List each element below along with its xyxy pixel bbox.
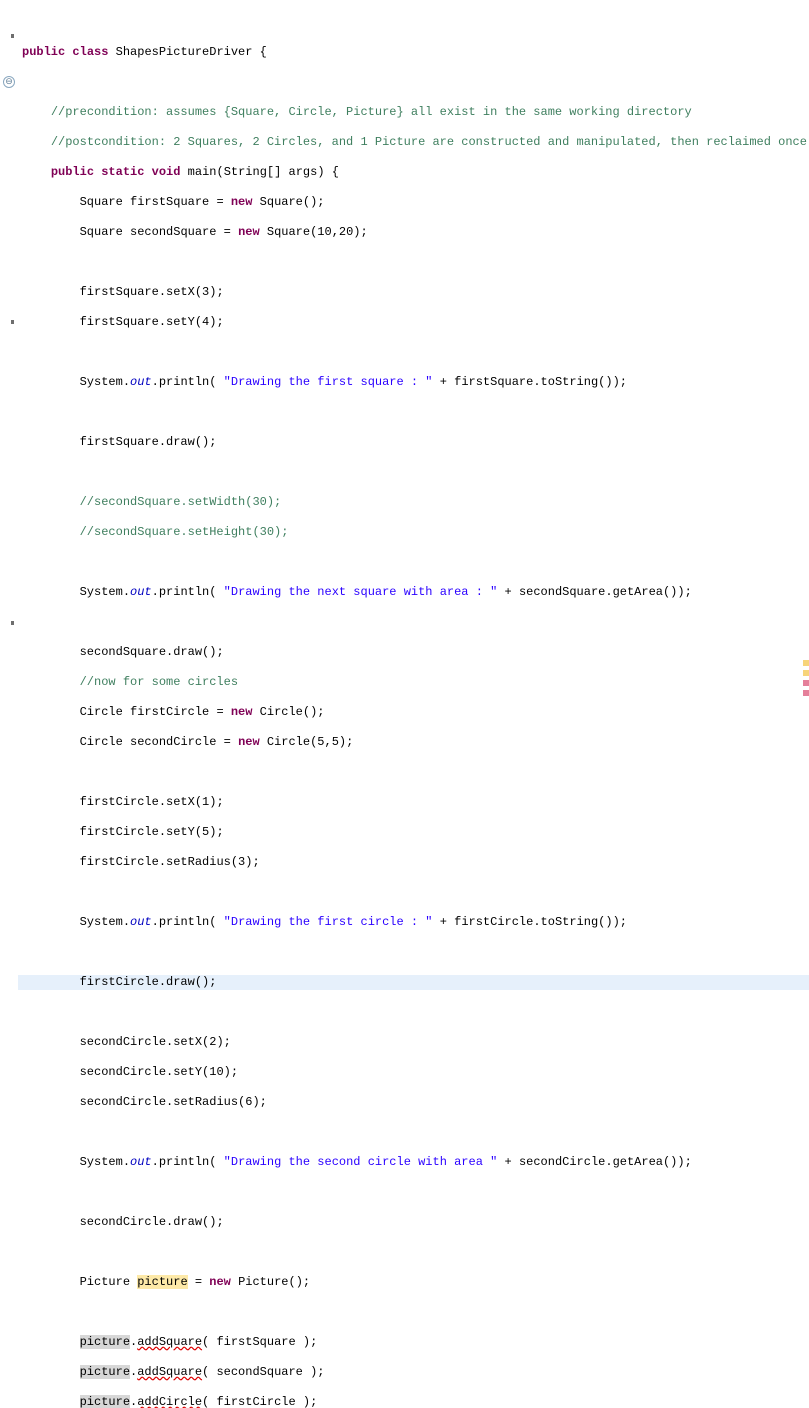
code-line: //secondSquare.setWidth(30); xyxy=(18,495,809,510)
code-line: secondCircle.setY(10); xyxy=(18,1065,809,1080)
code-line xyxy=(18,765,809,780)
code-line: Square secondSquare = new Square(10,20); xyxy=(18,225,809,240)
fold-tick-icon xyxy=(11,34,14,38)
code-line: firstCircle.setX(1); xyxy=(18,795,809,810)
code-editor[interactable]: public class ShapesPictureDriver { //pre… xyxy=(18,0,809,1408)
code-line: public static void main(String[] args) { xyxy=(18,165,809,180)
code-line: firstCircle.setY(5); xyxy=(18,825,809,840)
warning-marker[interactable] xyxy=(803,660,809,666)
code-line: firstSquare.setX(3); xyxy=(18,285,809,300)
code-line-current: firstCircle.draw(); xyxy=(18,975,809,990)
code-line: picture.addCircle( firstCircle ); xyxy=(18,1395,809,1408)
error-marker[interactable] xyxy=(803,690,809,696)
code-line: System.out.println( "Drawing the first s… xyxy=(18,375,809,390)
code-line: //precondition: assumes {Square, Circle,… xyxy=(18,105,809,120)
code-line xyxy=(18,1005,809,1020)
editor-gutter: ⊖ xyxy=(0,0,18,704)
code-line: System.out.println( "Drawing the next sq… xyxy=(18,585,809,600)
error-marker[interactable] xyxy=(803,680,809,686)
code-line xyxy=(18,885,809,900)
code-line: System.out.println( "Drawing the second … xyxy=(18,1155,809,1170)
code-line xyxy=(18,345,809,360)
code-line xyxy=(18,15,809,30)
code-line xyxy=(18,255,809,270)
code-line xyxy=(18,465,809,480)
fold-tick-icon xyxy=(11,320,14,324)
code-line xyxy=(18,1245,809,1260)
code-line: firstSquare.draw(); xyxy=(18,435,809,450)
code-line: Picture picture = new Picture(); xyxy=(18,1275,809,1290)
code-line: System.out.println( "Drawing the first c… xyxy=(18,915,809,930)
code-line xyxy=(18,1305,809,1320)
code-line: Circle firstCircle = new Circle(); xyxy=(18,705,809,720)
code-line xyxy=(18,615,809,630)
code-line: secondCircle.draw(); xyxy=(18,1215,809,1230)
code-line xyxy=(18,75,809,90)
code-line: //postcondition: 2 Squares, 2 Circles, a… xyxy=(18,135,809,150)
code-line: picture.addSquare( firstSquare ); xyxy=(18,1335,809,1350)
collapse-icon[interactable]: ⊖ xyxy=(3,76,15,88)
code-line xyxy=(18,1125,809,1140)
code-line xyxy=(18,1185,809,1200)
warning-marker[interactable] xyxy=(803,670,809,676)
code-line: secondSquare.draw(); xyxy=(18,645,809,660)
occurrence-highlight: picture xyxy=(137,1275,187,1289)
code-line: secondCircle.setX(2); xyxy=(18,1035,809,1050)
code-line: firstCircle.setRadius(3); xyxy=(18,855,809,870)
code-line: //secondSquare.setHeight(30); xyxy=(18,525,809,540)
code-line: picture.addSquare( secondSquare ); xyxy=(18,1365,809,1380)
code-line: Circle secondCircle = new Circle(5,5); xyxy=(18,735,809,750)
code-line xyxy=(18,945,809,960)
code-line: firstSquare.setY(4); xyxy=(18,315,809,330)
code-line xyxy=(18,555,809,570)
code-line: Square firstSquare = new Square(); xyxy=(18,195,809,210)
code-line: public class ShapesPictureDriver { xyxy=(18,45,809,60)
code-line: secondCircle.setRadius(6); xyxy=(18,1095,809,1110)
fold-tick-icon xyxy=(11,621,14,625)
code-line xyxy=(18,405,809,420)
code-line: //now for some circles xyxy=(18,675,809,690)
